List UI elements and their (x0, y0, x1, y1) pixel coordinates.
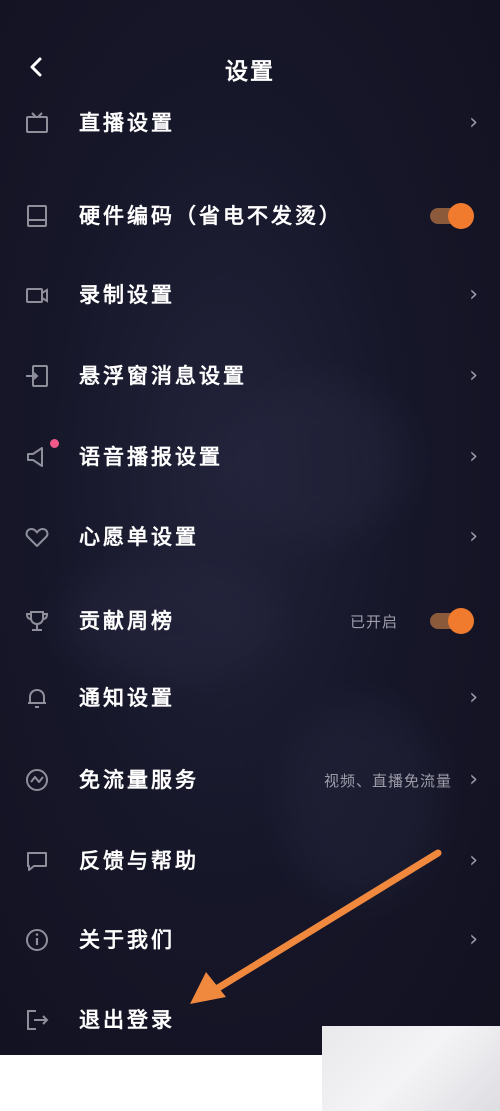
chevron-right-icon: › (469, 848, 478, 873)
page-title: 设置 (225, 59, 275, 85)
toggle-knob (448, 203, 474, 229)
settings-row-label: 心愿单设置 (79, 525, 199, 549)
settings-row-label: 反馈与帮助 (79, 849, 199, 873)
message-icon (24, 848, 50, 874)
settings-row-label: 关于我们 (79, 928, 175, 952)
chevron-right-icon: › (469, 685, 478, 710)
chevron-right-icon: › (469, 524, 478, 549)
speaker-icon (24, 444, 50, 470)
settings-row-live[interactable]: 直播设置 › (0, 93, 500, 153)
weekly-ranking-toggle[interactable] (430, 608, 474, 634)
settings-row-feedback[interactable]: 反馈与帮助 › (0, 831, 500, 891)
floating-window-icon (24, 363, 50, 389)
chevron-right-icon: › (469, 110, 478, 135)
settings-row-about[interactable]: 关于我们 › (0, 910, 500, 970)
status-value: 已开启 (349, 613, 398, 631)
info-icon (24, 927, 50, 953)
header-bar: 设置 (0, 40, 500, 96)
bell-icon (24, 685, 50, 711)
device-icon (24, 203, 50, 229)
settings-row-label: 悬浮窗消息设置 (79, 364, 247, 388)
data-free-icon (24, 767, 50, 793)
settings-row-label: 语音播报设置 (79, 445, 223, 469)
chevron-right-icon: › (469, 444, 478, 469)
chevron-right-icon: › (469, 282, 478, 307)
trophy-icon (24, 608, 50, 634)
toggle-knob (448, 608, 474, 634)
pixelated-area (322, 1026, 500, 1111)
settings-row-weekly-ranking: 贡献周榜 已开启 (0, 591, 500, 651)
notification-dot (50, 439, 59, 448)
chevron-right-icon: › (469, 927, 478, 952)
settings-row-floating-window[interactable]: 悬浮窗消息设置 › (0, 346, 500, 406)
settings-row-label: 退出登录 (79, 1008, 175, 1032)
settings-row-label: 通知设置 (79, 686, 175, 710)
chevron-right-icon: › (469, 767, 478, 792)
settings-row-label: 免流量服务 (79, 768, 199, 792)
settings-row-label: 直播设置 (79, 111, 175, 135)
logout-icon (24, 1007, 50, 1033)
settings-row-label: 硬件编码（省电不发烫） (79, 204, 343, 228)
status-value: 视频、直播免流量 (323, 772, 452, 790)
tv-icon (24, 110, 50, 136)
hardware-encoding-toggle[interactable] (430, 203, 474, 229)
settings-row-label: 贡献周榜 (79, 609, 175, 633)
settings-row-label: 录制设置 (79, 283, 175, 307)
video-camera-icon (24, 282, 50, 308)
settings-row-hardware-encoding: 硬件编码（省电不发烫） (0, 186, 500, 246)
settings-row-wishlist[interactable]: 心愿单设置 › (0, 507, 500, 567)
settings-screen: 设置 直播设置 › 硬件编码（省电不发烫） 录制设置 › 悬浮窗消息设置 › 语… (0, 0, 500, 1055)
heart-icon (24, 524, 50, 550)
settings-row-notifications[interactable]: 通知设置 › (0, 668, 500, 728)
settings-row-voice-broadcast[interactable]: 语音播报设置 › (0, 427, 500, 487)
settings-row-data-free[interactable]: 免流量服务 视频、直播免流量 › (0, 750, 500, 810)
chevron-right-icon: › (469, 363, 478, 388)
settings-row-recording[interactable]: 录制设置 › (0, 265, 500, 325)
